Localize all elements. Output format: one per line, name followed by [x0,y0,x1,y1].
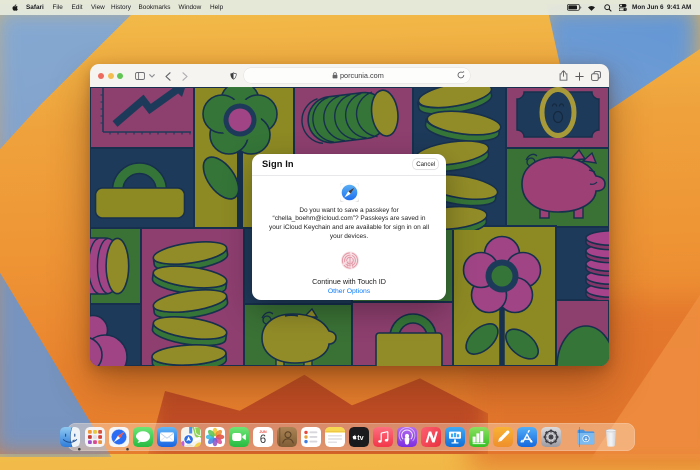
svg-text:6: 6 [260,434,266,446]
svg-text:tv: tv [357,433,363,442]
